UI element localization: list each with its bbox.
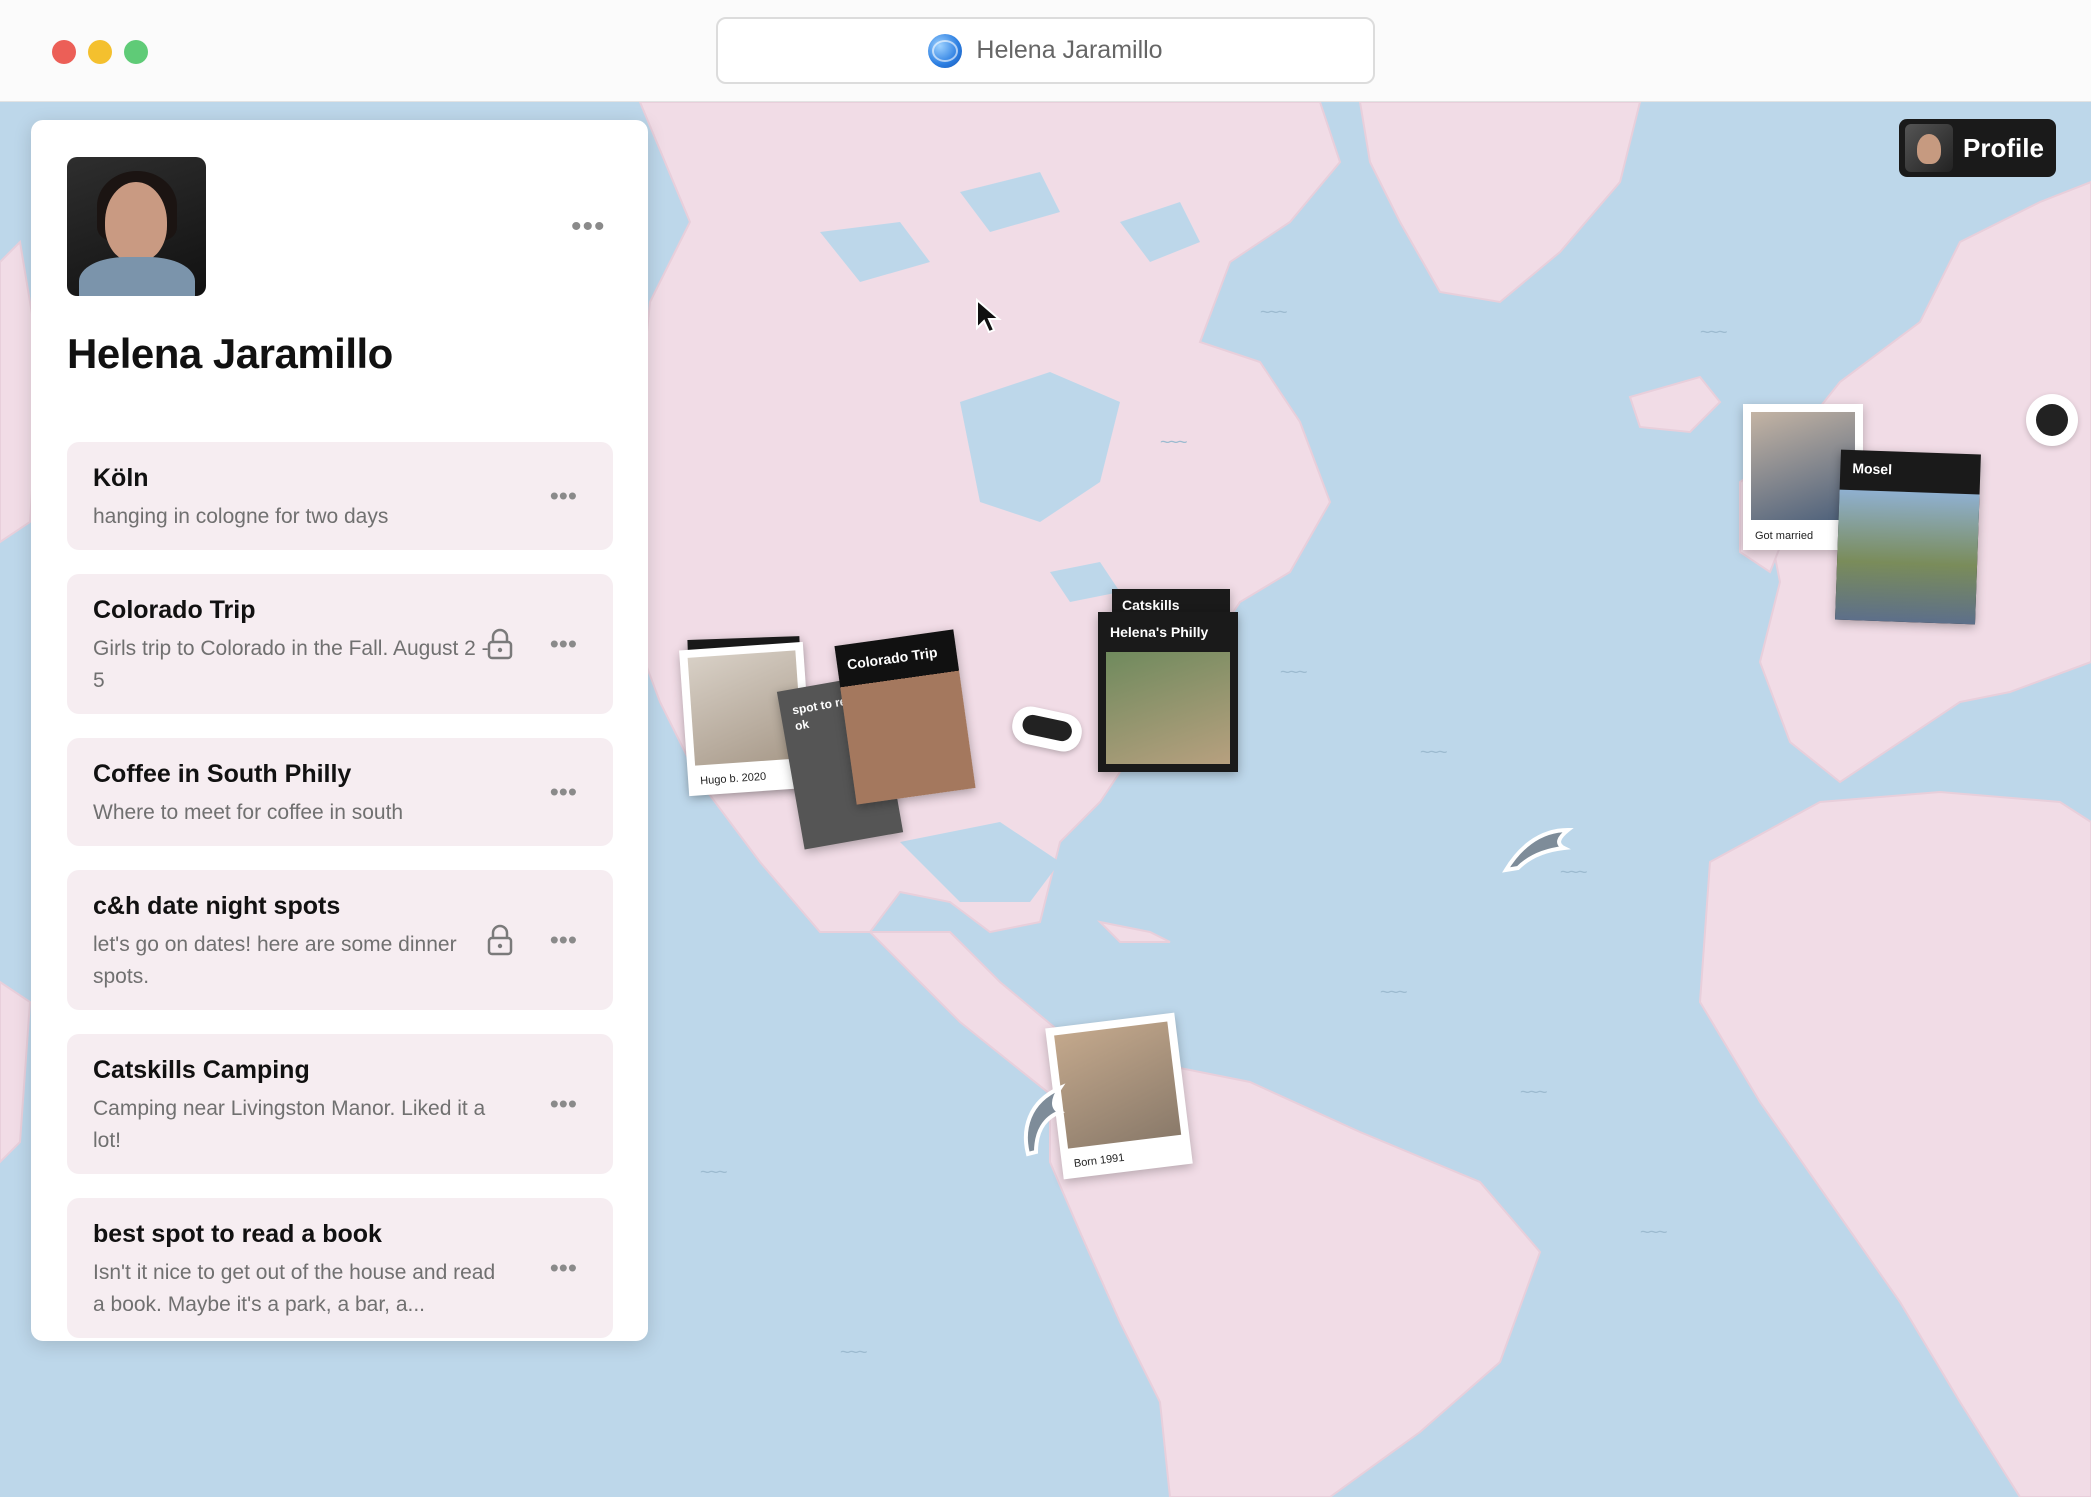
water-wave-icon: ~~~	[1640, 1222, 1668, 1242]
profile-name: Helena Jaramillo	[67, 330, 393, 377]
avatar[interactable]	[67, 157, 206, 296]
list-item-title: best spot to read a book	[93, 1220, 382, 1248]
water-wave-icon: ~~~	[1700, 322, 1728, 342]
philly-photo	[1106, 652, 1230, 764]
list-item-description: let's go on dates! here are some dinner …	[93, 933, 457, 988]
car-icon	[1020, 713, 1074, 744]
water-wave-icon: ~~~	[1280, 662, 1308, 682]
catskills-label: Catskills	[1122, 597, 1180, 613]
philly-label: Helena's Philly	[1110, 624, 1209, 640]
list-item-description: Where to meet for coffee in south	[93, 801, 404, 824]
list-item[interactable]: best spot to read a book Isn't it nice t…	[67, 1198, 613, 1338]
list-item[interactable]: c&h date night spots let's go on dates! …	[67, 870, 613, 1010]
water-wave-icon: ~~~	[1160, 432, 1188, 452]
address-bar[interactable]: Helena Jaramillo	[716, 17, 1375, 84]
mouse-cursor-icon	[976, 298, 1002, 334]
more-options-icon[interactable]: •••	[571, 210, 606, 244]
mosel-card[interactable]: Mosel	[1835, 449, 1981, 625]
dolphin-sticker[interactable]	[1498, 810, 1578, 880]
list-item-description: Isn't it nice to get out of the house an…	[93, 1261, 496, 1316]
water-wave-icon: ~~~	[840, 1342, 868, 1362]
mosel-label: Mosel	[1852, 460, 1893, 478]
water-wave-icon: ~~~	[1420, 742, 1448, 762]
got-married-caption: Got married	[1755, 530, 1814, 542]
list-item-description: Girls trip to Colorado in the Fall. Augu…	[93, 637, 489, 692]
more-options-icon[interactable]: •••	[550, 1253, 577, 1284]
character-icon	[2036, 404, 2068, 436]
mosel-photo	[1835, 489, 1980, 625]
profile-button[interactable]: Profile	[1899, 119, 2056, 177]
close-window-button[interactable]	[52, 40, 76, 64]
more-options-icon[interactable]: •••	[550, 629, 577, 660]
lock-icon	[487, 628, 513, 660]
list-item-title: Catskills Camping	[93, 1056, 310, 1084]
list-item-title: Colorado Trip	[93, 596, 256, 624]
character-sticker[interactable]	[2026, 394, 2078, 446]
water-wave-icon: ~~~	[1260, 302, 1288, 322]
more-options-icon[interactable]: •••	[550, 481, 577, 512]
hugo-caption: Hugo b. 2020	[699, 770, 767, 788]
list-item-title: Coffee in South Philly	[93, 760, 352, 788]
window-titlebar: Helena Jaramillo	[0, 0, 2091, 102]
globe-icon	[928, 33, 963, 68]
list-item[interactable]: Catskills Camping Camping near Livingsto…	[67, 1034, 613, 1174]
more-options-icon[interactable]: •••	[550, 777, 577, 808]
list-cards: Köln hanging in cologne for two days •••…	[67, 442, 613, 1341]
water-wave-icon: ~~~	[700, 1162, 728, 1182]
dolphin-sticker[interactable]	[1008, 1080, 1068, 1158]
list-item[interactable]: Colorado Trip Girls trip to Colorado in …	[67, 574, 613, 714]
list-item-title: Köln	[93, 464, 149, 492]
list-item-title: c&h date night spots	[93, 892, 341, 920]
more-options-icon[interactable]: •••	[550, 925, 577, 956]
water-wave-icon: ~~~	[1380, 982, 1408, 1002]
profile-button-label: Profile	[1963, 132, 2044, 163]
philly-card[interactable]: Helena's Philly	[1098, 612, 1238, 772]
colorado-trip-card[interactable]: Colorado Trip	[834, 629, 976, 805]
lock-icon	[487, 924, 513, 956]
list-item-description: hanging in cologne for two days	[93, 505, 389, 528]
avatar	[1905, 124, 1953, 172]
profile-panel: ••• Helena Jaramillo Köln hanging in col…	[31, 120, 648, 1341]
list-item[interactable]: Köln hanging in cologne for two days •••	[67, 442, 613, 550]
list-item[interactable]: Coffee in South Philly Where to meet for…	[67, 738, 613, 846]
read-book-label-suffix: ok	[793, 716, 811, 734]
zoom-window-button[interactable]	[124, 40, 148, 64]
more-options-icon[interactable]: •••	[550, 1089, 577, 1120]
address-text: Helena Jaramillo	[976, 36, 1163, 64]
colorado-trip-label: Colorado Trip	[846, 643, 939, 673]
minimize-window-button[interactable]	[88, 40, 112, 64]
water-wave-icon: ~~~	[1520, 1082, 1548, 1102]
born-1991-caption: Born 1991	[1073, 1151, 1126, 1170]
list-item-description: Camping near Livingston Manor. Liked it …	[93, 1097, 486, 1152]
child-photo	[1054, 1021, 1182, 1149]
